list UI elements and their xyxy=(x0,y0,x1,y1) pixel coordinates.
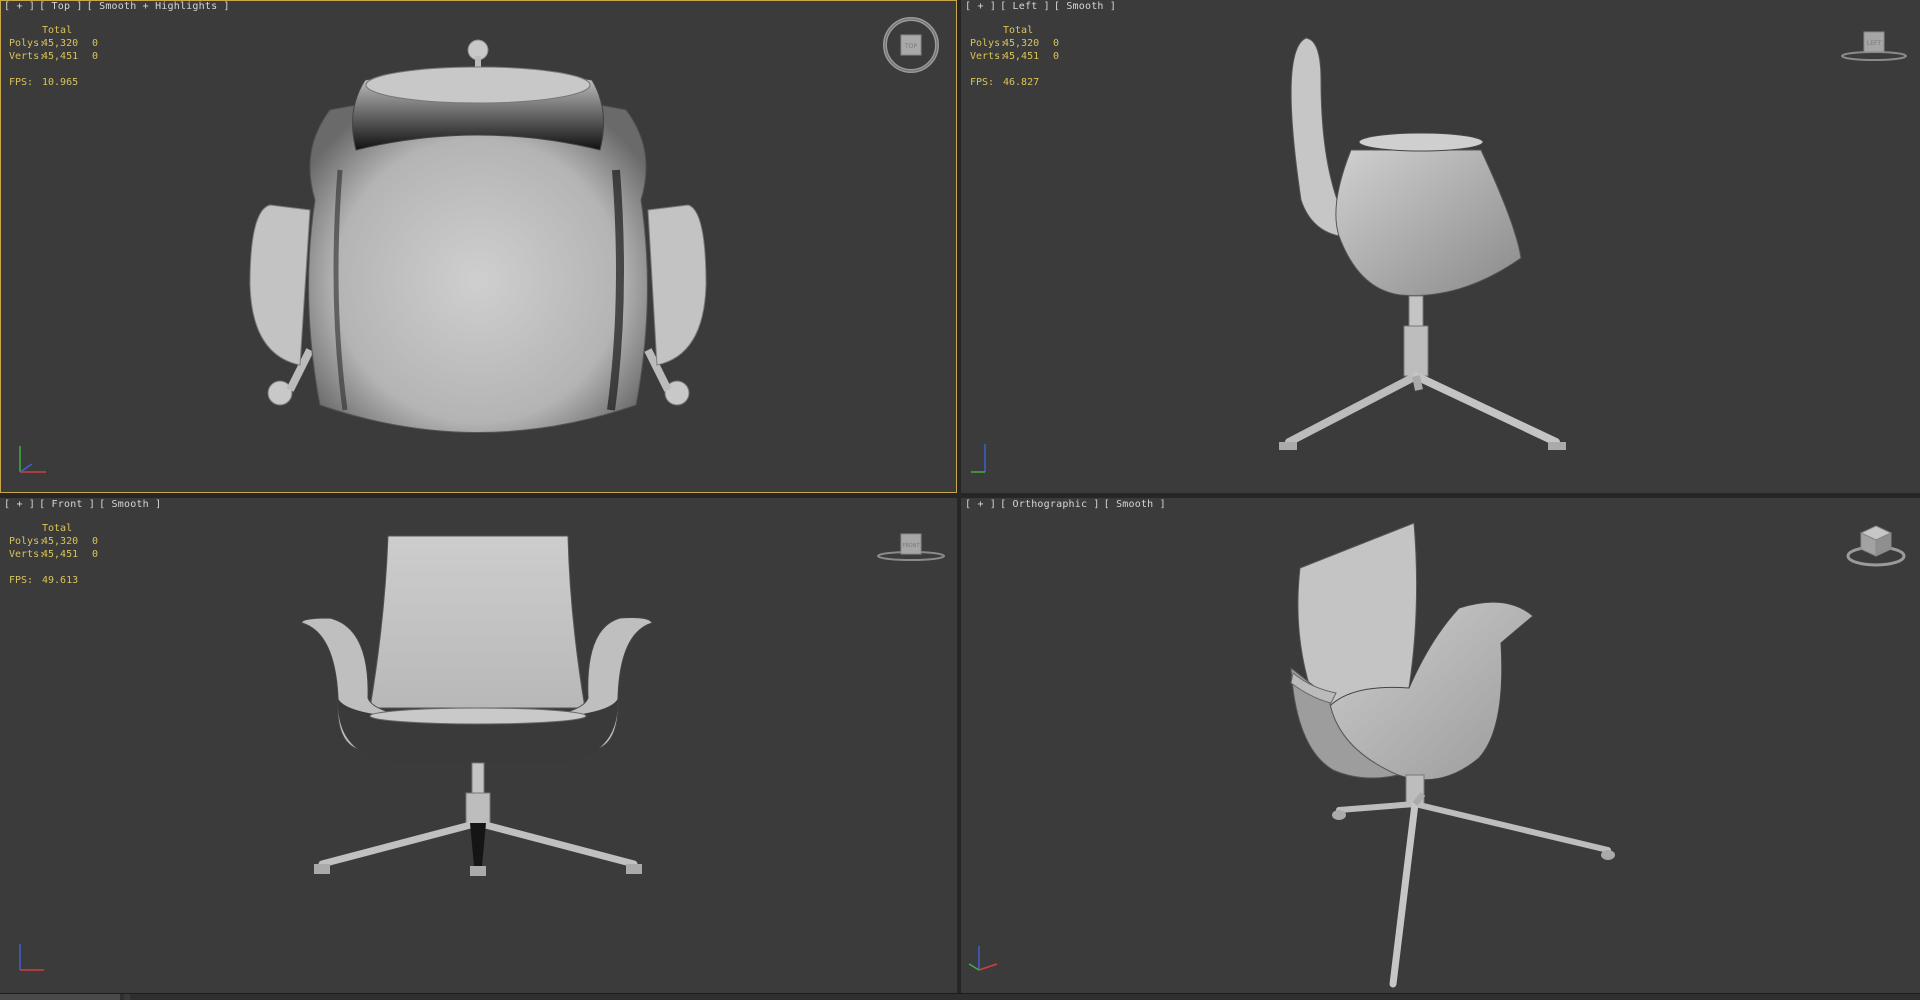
viewport-top[interactable]: [ + ][ Top ][ Smooth + Highlights ] Tota… xyxy=(0,0,957,493)
chair-top-view[interactable] xyxy=(0,0,957,493)
chair-perspective-view[interactable] xyxy=(961,498,1920,993)
viewport-front[interactable]: [ + ][ Front ][ Smooth ] Total Polys: 45,… xyxy=(0,498,957,993)
chair-left-view[interactable] xyxy=(961,0,1920,493)
viewport-orthographic[interactable]: [ + ][ Orthographic ][ Smooth ] xyxy=(961,498,1920,993)
chair-front-view[interactable] xyxy=(0,498,957,993)
time-slider-segment[interactable] xyxy=(0,994,120,1000)
viewport-left[interactable]: [ + ][ Left ][ Smooth ] Total Polys: 45,3… xyxy=(961,0,1920,493)
time-slider-handle[interactable] xyxy=(124,994,130,1000)
